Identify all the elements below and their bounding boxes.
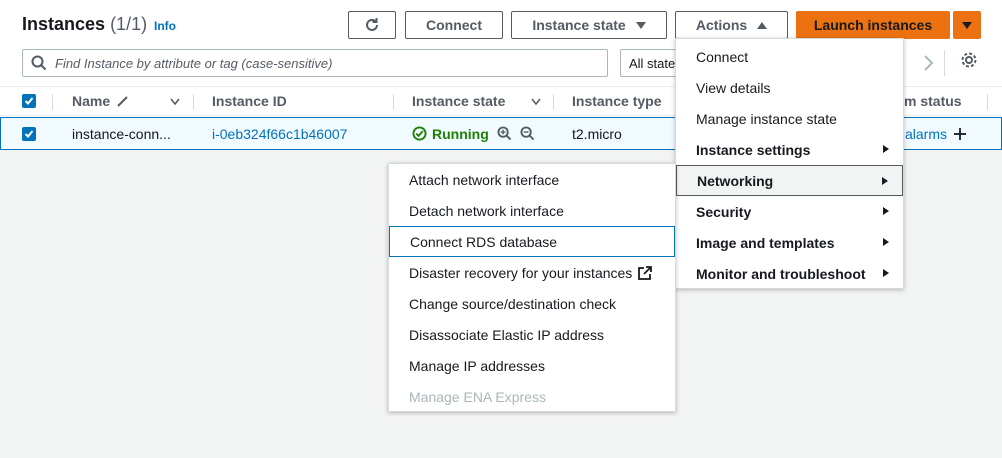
menu-item-label: View details [696,79,771,96]
menu-item-label: Attach network interface [409,171,560,188]
menu-item-view-details[interactable]: View details [676,72,903,103]
menu-item-monitor-and-troubleshoot[interactable]: Monitor and troubleshoot [676,258,903,289]
launch-instances-button[interactable]: Launch instances [796,11,950,39]
menu-item-label: Detach network interface [409,202,564,219]
menu-item-label: Disassociate Elastic IP address [409,326,605,343]
menu-item-label: Instance settings [696,141,811,158]
sort-caret-icon[interactable] [170,98,180,106]
next-page-icon[interactable] [922,54,934,72]
submenu-item-attach-network-interface[interactable]: Attach network interface [389,164,675,195]
submenu-arrow-icon [882,177,888,185]
column-header-alarm-status[interactable]: m status [904,93,962,109]
edit-pencil-icon [117,96,128,107]
column-header-instance-type[interactable]: Instance type [572,93,661,109]
search-icon [31,55,47,71]
row-checkbox[interactable] [22,126,36,141]
search-placeholder: Find Instance by attribute or tag (case-… [55,55,333,71]
actions-dropdown-menu: Connect View details Manage instance sta… [675,38,904,289]
menu-item-image-and-templates[interactable]: Image and templates [676,227,903,258]
refresh-icon [366,18,378,31]
submenu-item-connect-rds-database[interactable]: Connect RDS database [389,226,675,257]
submenu-item-manage-ip-addresses[interactable]: Manage IP addresses [389,350,675,381]
state-filter-select[interactable]: All states [620,49,678,77]
actions-button[interactable]: Actions [675,11,788,39]
submenu-item-manage-ena-express: Manage ENA Express [389,381,675,412]
menu-item-label: Manage ENA Express [409,388,546,405]
submenu-arrow-icon [883,145,889,153]
instance-state-value: Running [432,125,489,142]
menu-item-security[interactable]: Security [676,196,903,227]
submenu-arrow-icon [883,207,889,215]
menu-item-label: Manage instance state [696,110,837,127]
instance-name: instance-conn... [72,125,171,142]
menu-item-connect[interactable]: Connect [676,41,903,72]
menu-item-label: Connect RDS database [410,233,558,250]
instance-type-value: t2.micro [572,125,622,142]
refresh-button[interactable] [348,11,396,39]
submenu-item-disassociate-elastic-ip[interactable]: Disassociate Elastic IP address [389,319,675,350]
menu-item-label: Monitor and troubleshoot [696,265,866,282]
submenu-arrow-icon [883,269,889,277]
caret-down-icon [962,21,972,29]
instance-count: (1/1) [110,14,148,34]
instance-state-button[interactable]: Instance state [511,11,667,39]
caret-up-icon [757,21,768,29]
submenu-item-detach-network-interface[interactable]: Detach network interface [389,195,675,226]
info-link[interactable]: Info [154,19,176,33]
menu-item-label: Manage IP addresses [409,357,545,374]
networking-submenu: Attach network interface Detach network … [388,163,676,412]
column-header-instance-state[interactable]: Instance state [412,93,505,109]
launch-label: Launch instances [813,17,933,33]
connect-label: Connect [426,17,482,33]
submenu-arrow-icon [883,238,889,246]
menu-item-networking[interactable]: Networking [676,165,903,196]
menu-item-label: Connect [696,48,749,65]
menu-item-label: Security [696,203,752,220]
caret-down-icon [635,21,646,29]
menu-item-label: Change source/destination check [409,295,617,312]
menu-item-label: Disaster recovery for your instances [409,264,633,281]
sort-caret-icon[interactable] [531,98,541,106]
alarms-link[interactable]: alarms [905,126,947,142]
search-input[interactable]: Find Instance by attribute or tag (case-… [22,49,608,77]
zoom-out-icon[interactable] [520,126,535,141]
title-text: Instances [22,14,106,34]
menu-item-label: Image and templates [696,234,835,251]
settings-gear-icon[interactable] [960,51,978,69]
external-link-icon [638,265,653,280]
menu-item-instance-settings[interactable]: Instance settings [676,134,903,165]
add-alarm-plus-icon[interactable] [953,127,967,141]
column-header-name[interactable]: Name [72,93,110,109]
actions-label: Actions [695,17,748,33]
instance-id-link[interactable]: i-0eb324f66c1b46007 [212,126,347,142]
menu-item-label: Networking [697,172,774,189]
connect-button[interactable]: Connect [405,11,503,39]
running-status-icon [412,126,427,141]
instance-state-label: Instance state [532,17,626,33]
submenu-item-disaster-recovery[interactable]: Disaster recovery for your instances [389,257,675,288]
zoom-in-icon[interactable] [497,126,512,141]
divider [944,50,945,76]
submenu-item-change-source-destination-check[interactable]: Change source/destination check [389,288,675,319]
column-header-instance-id[interactable]: Instance ID [212,93,287,109]
page-title: Instances (1/1) [22,14,147,35]
select-all-checkbox[interactable] [22,94,36,108]
launch-dropdown-button[interactable] [953,11,981,39]
menu-item-manage-instance-state[interactable]: Manage instance state [676,103,903,134]
